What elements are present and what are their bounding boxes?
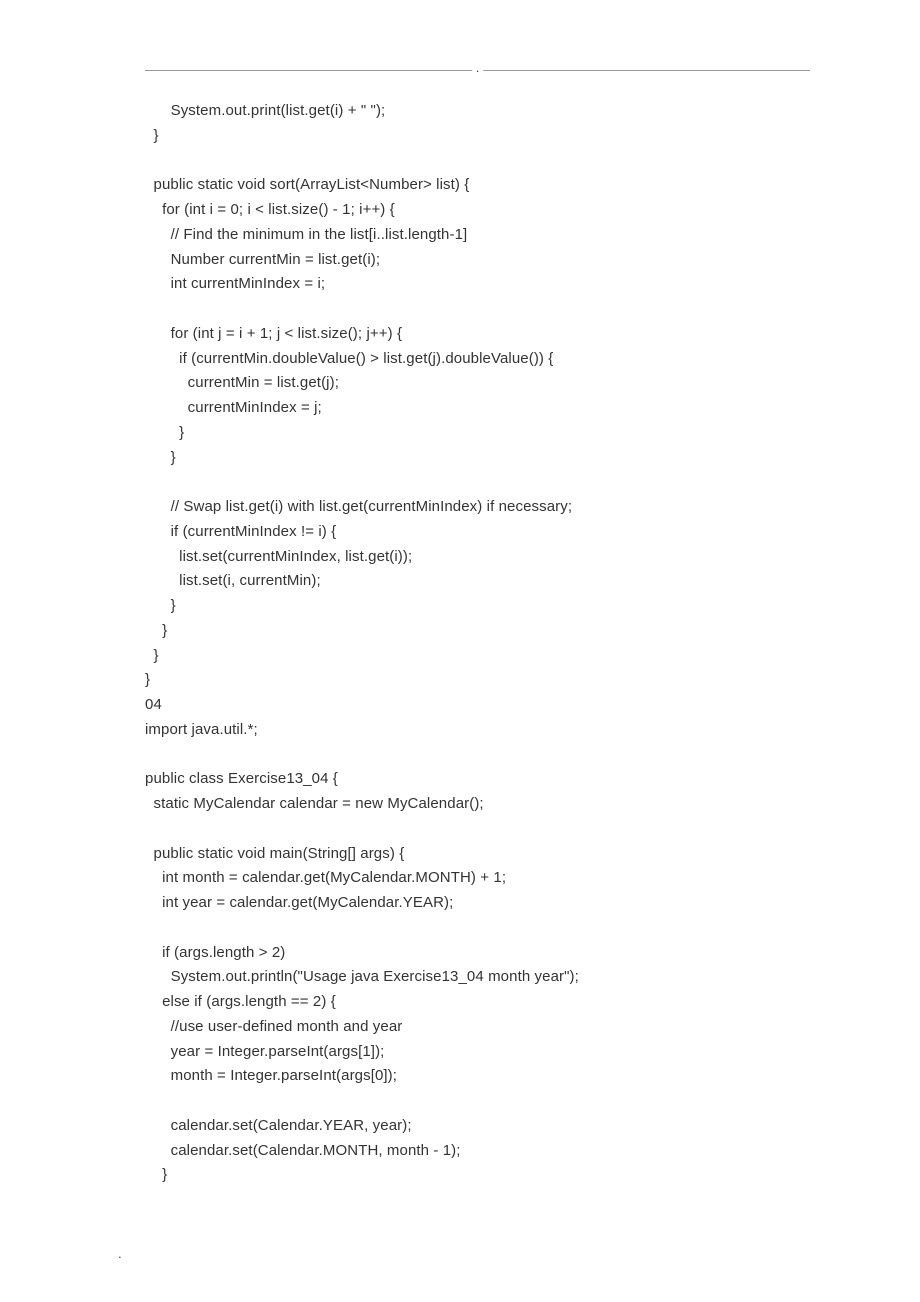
code-content: System.out.print(list.get(i) + " "); } p…: [145, 99, 810, 1188]
document-page: . System.out.print(list.get(i) + " "); }…: [0, 0, 920, 1228]
footer-mark: .: [118, 1243, 122, 1264]
header-rule: .: [145, 70, 810, 71]
header-mark: .: [472, 57, 484, 78]
